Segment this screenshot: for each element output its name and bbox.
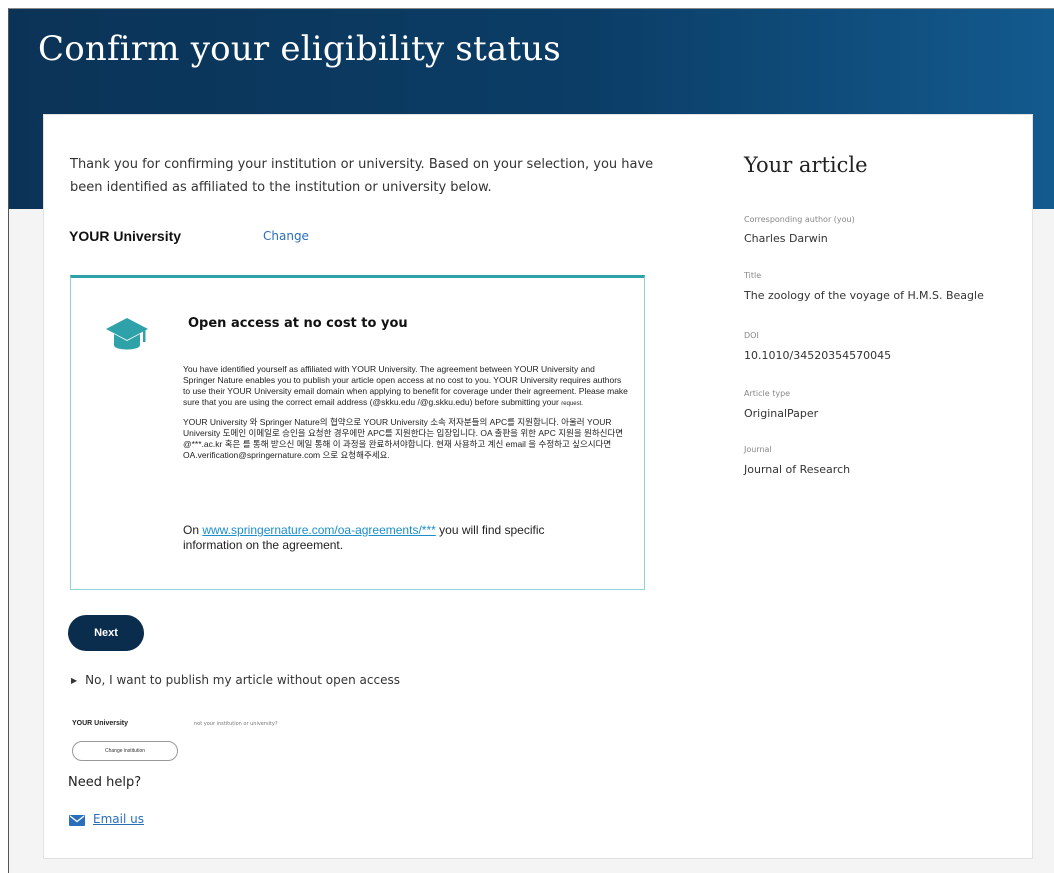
page-frame: Confirm your eligibility status Thank yo… — [8, 8, 1054, 873]
open-access-title: Open access at no cost to you — [188, 316, 408, 331]
doi-value: 10.1010/34520354570045 — [744, 349, 892, 362]
journal-value: Journal of Research — [744, 463, 851, 476]
sidebar-title: Your article — [744, 153, 868, 177]
author-label: Corresponding author (you) — [744, 215, 855, 224]
email-us-label: Email us — [93, 812, 144, 826]
institution-name: YOUR University — [69, 228, 182, 244]
next-button[interactable]: Next — [68, 615, 144, 651]
change-institution-link[interactable]: Change — [263, 229, 309, 243]
main-card: Thank you for confirming your institutio… — [43, 114, 1033, 859]
change-institution-button[interactable]: Change institution — [72, 741, 178, 761]
no-open-access-toggle[interactable]: ▶ No, I want to publish my article withou… — [71, 673, 400, 687]
doi-label: DOI — [744, 331, 759, 340]
mail-icon — [69, 815, 85, 826]
title-label: Title — [744, 271, 762, 280]
oa-agreements-link[interactable]: www.springernature.com/oa-agreements/*** — [202, 523, 435, 537]
journal-label: Journal — [744, 445, 772, 454]
expand-triangle-icon: ▶ — [71, 676, 78, 685]
institution-small-name: YOUR University — [72, 720, 129, 727]
article-title-value: The zoology of the voyage of H.M.S. Beag… — [744, 289, 984, 302]
article-type-label: Article type — [744, 389, 791, 398]
author-value: Charles Darwin — [744, 232, 828, 245]
not-your-institution-text: not your institution or university? — [194, 721, 278, 727]
graduation-cap-icon — [106, 318, 148, 350]
need-help-heading: Need help? — [68, 775, 142, 790]
agreement-text-ko: YOUR University 와 Springer Nature의 협약으로 … — [183, 417, 624, 460]
open-access-panel: Open access at no cost to you You have i… — [70, 275, 645, 590]
agreement-text-en: You have identified yourself as affiliat… — [183, 364, 628, 407]
intro-text: Thank you for confirming your institutio… — [70, 157, 654, 195]
open-access-description: You have identified yourself as affiliat… — [183, 364, 628, 468]
article-type-value: OriginalPaper — [744, 407, 819, 420]
no-open-access-label: No, I want to publish my article without… — [85, 673, 400, 687]
agreement-info-line: On www.springernature.com/oa-agreements/… — [183, 523, 545, 552]
page-title: Confirm your eligibility status — [38, 29, 561, 69]
